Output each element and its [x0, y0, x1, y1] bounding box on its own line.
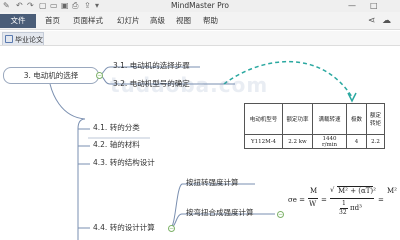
collapse-toggle[interactable]: − — [277, 211, 284, 218]
tab-thesis[interactable]: 毕业论文 — [2, 32, 44, 45]
menu-view[interactable]: 视图 — [176, 15, 191, 27]
table-header-cell: 额定转矩 — [366, 103, 385, 135]
table-row: Y112M-4 2.2 kw 1440 r/min 4 2.2 — [244, 134, 385, 149]
table-header-cell: 极数 — [346, 103, 367, 135]
menu-slides[interactable]: 幻灯片 — [117, 15, 140, 27]
topic-torsion-strength[interactable]: 按扭转强度计算 — [186, 177, 239, 188]
menu-file[interactable]: 文件 — [0, 14, 36, 28]
topic-3-1[interactable]: 3.1. 电动机的选择步骤 — [113, 60, 190, 71]
formula-frac-32: 32 — [339, 209, 347, 216]
maximize-button[interactable]: □ — [370, 1, 378, 10]
topic-4-3[interactable]: 4.3. 转的结构设计 — [93, 157, 155, 168]
menu-page-style[interactable]: 页面样式 — [73, 15, 103, 27]
table-cell: Y112M-4 — [244, 134, 283, 149]
collapse-toggle[interactable]: − — [168, 225, 175, 232]
table-cell: 2.2 — [366, 134, 385, 149]
table-cell: 1440 r/min — [312, 134, 347, 149]
sqrt-icon: √ — [330, 186, 335, 194]
table-cell: 4 — [346, 134, 367, 149]
cloud-icon[interactable]: ☁ — [382, 15, 391, 27]
collapse-toggle[interactable]: − — [96, 72, 103, 79]
table-header-cell: 满载转速 — [312, 103, 347, 135]
document-tab-bar: 毕业论文 — [0, 31, 400, 46]
fraction-bar — [308, 198, 318, 199]
formula-w-denominator: W — [309, 200, 317, 208]
title-bar: ✎ ↶ ↷ ▢ ▭ ▣ ⎙ ⇪ ▾ MindMaster Pro — □ — [0, 0, 400, 12]
topic-bending-torsion-strength[interactable]: 按弯扭合成强度计算 — [186, 207, 254, 218]
table-header-cell: 电动机型号 — [244, 103, 283, 135]
motor-spec-table: 电动机型号 额定功率 满载转速 极数 额定转矩 Y112M-4 2.2 kw 1… — [244, 103, 385, 149]
formula-tail: M² — [387, 187, 397, 195]
formula-lhs: σe = — [288, 196, 306, 204]
topic-4-1[interactable]: 4.1. 转的分类 — [93, 122, 140, 133]
topic-4-4[interactable]: 4.4. 转的设计计算 — [93, 222, 155, 233]
share-icon[interactable]: ⋖ — [368, 15, 376, 27]
formula-frac-1: 1 — [342, 200, 346, 207]
menu-bar: 文件 首页 页面样式 幻灯片 高级 视图 帮助 ⋖ ☁ — [0, 12, 400, 30]
formula-sqrt-numerator: M² + (αT)² — [338, 187, 376, 195]
stress-formula: σe = M W = √ M² + (αT)² 1 32 πd³ = M² — [288, 170, 400, 230]
topic-4-2[interactable]: 4.2. 轴的材料 — [93, 139, 140, 150]
formula-m-numerator: M — [310, 187, 318, 195]
formula-pi-d3: πd³ — [350, 204, 362, 212]
mindmap-canvas[interactable]: tudaoba.com 3. 电动机的选择 − 3.1. 电动机的选择步骤 3.… — [0, 47, 400, 240]
formula-equals-2: = — [378, 196, 384, 204]
menu-help[interactable]: 帮助 — [203, 15, 218, 27]
minimize-button[interactable]: — — [348, 1, 356, 10]
mindmap-file-icon — [5, 35, 13, 43]
table-header-row: 电动机型号 额定功率 满载转速 极数 额定转矩 — [244, 103, 385, 135]
formula-equals: = — [321, 196, 327, 204]
tab-label: 毕业论文 — [15, 36, 43, 44]
app-title: MindMaster Pro — [171, 1, 229, 10]
menu-advanced[interactable]: 高级 — [150, 15, 165, 27]
menu-home[interactable]: 首页 — [45, 15, 60, 27]
fraction-bar — [330, 198, 374, 199]
table-header-cell: 额定功率 — [282, 103, 313, 135]
topic-3-2[interactable]: 3.2. 电动机型号的确定 — [113, 78, 190, 89]
main-topic-node[interactable]: 3. 电动机的选择 — [3, 67, 99, 84]
table-cell: 2.2 kw — [282, 134, 313, 149]
